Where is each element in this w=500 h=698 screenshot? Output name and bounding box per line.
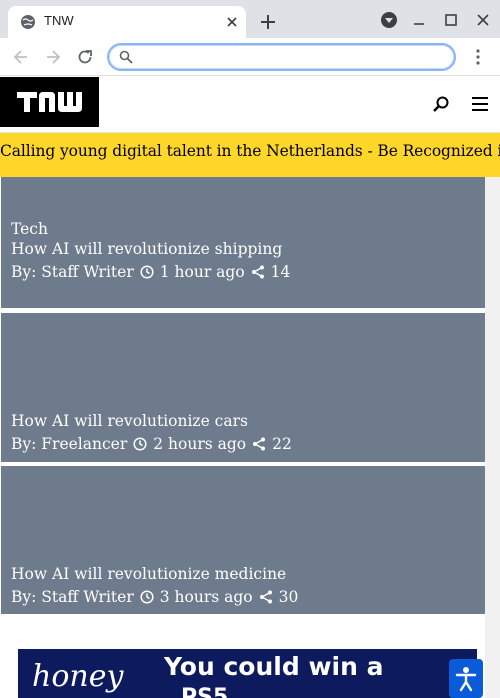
article-time: 2 hours ago — [153, 435, 247, 453]
accessibility-icon — [455, 666, 477, 691]
clock-icon — [140, 590, 154, 604]
article-meta: By: Freelancer 2 hours ago 22 — [11, 435, 292, 453]
promo-banner[interactable]: Calling young digital talent in the Neth… — [0, 133, 500, 177]
article-shares: 30 — [278, 588, 299, 606]
article-shares: 14 — [270, 263, 291, 281]
minimize-icon[interactable] — [409, 10, 429, 30]
window-close-icon[interactable] — [473, 10, 493, 30]
article-card[interactable]: Tech How AI will revolutionize shipping … — [1, 177, 485, 308]
kebab-menu-icon[interactable] — [468, 47, 488, 67]
article-card[interactable]: How AI will revolutionize medicine By: S… — [1, 466, 485, 614]
search-icon — [119, 50, 133, 64]
article-author: By: Freelancer — [11, 435, 128, 453]
article-meta: By: Staff Writer 3 hours ago 30 — [11, 588, 298, 606]
close-icon[interactable] — [224, 14, 240, 30]
tnw-logo-mark — [16, 92, 82, 112]
site-header — [0, 77, 500, 133]
page-scrollbar[interactable] — [485, 177, 500, 698]
profile-dropdown-icon[interactable] — [379, 10, 399, 30]
browser-toolbar — [0, 38, 500, 76]
globe-icon — [21, 15, 35, 29]
article-author: By: Staff Writer — [11, 263, 134, 281]
site-logo[interactable] — [0, 77, 99, 127]
advertisement[interactable]: honey You could win a PS5 — [18, 649, 477, 698]
clock-icon — [140, 265, 154, 279]
article-time: 1 hour ago — [159, 263, 245, 281]
address-bar[interactable] — [107, 43, 456, 71]
article-title[interactable]: How AI will revolutionize shipping — [11, 240, 282, 258]
article-card[interactable]: How AI will revolutionize cars By: Freel… — [1, 313, 485, 462]
article-author: By: Staff Writer — [11, 588, 134, 606]
forward-arrow-icon[interactable] — [43, 47, 63, 67]
address-input[interactable] — [139, 47, 439, 67]
article-category[interactable]: Tech — [11, 220, 48, 238]
hamburger-menu-icon[interactable] — [471, 96, 489, 112]
reload-icon[interactable] — [75, 47, 95, 67]
share-icon[interactable] — [251, 265, 265, 279]
accessibility-button[interactable] — [449, 659, 483, 698]
search-icon[interactable] — [432, 95, 450, 113]
browser-tab-strip: TNW — [0, 0, 500, 38]
article-title[interactable]: How AI will revolutionize cars — [11, 412, 248, 430]
ad-brand: honey — [32, 659, 124, 694]
ad-headline: You could win a — [164, 652, 384, 681]
back-arrow-icon[interactable] — [11, 47, 31, 67]
tab-title: TNW — [44, 13, 74, 28]
ad-subtext: PS5 — [181, 685, 229, 698]
article-title[interactable]: How AI will revolutionize medicine — [11, 565, 286, 583]
article-time: 3 hours ago — [159, 588, 253, 606]
share-icon[interactable] — [252, 437, 266, 451]
article-meta: By: Staff Writer 1 hour ago 14 — [11, 263, 290, 281]
browser-tab[interactable]: TNW — [8, 6, 246, 38]
maximize-icon[interactable] — [441, 10, 461, 30]
clock-icon — [133, 437, 147, 451]
banner-text: Calling young digital talent in the Neth… — [0, 142, 500, 160]
share-icon[interactable] — [259, 590, 273, 604]
article-shares: 22 — [272, 435, 292, 453]
plus-icon[interactable] — [258, 12, 278, 32]
